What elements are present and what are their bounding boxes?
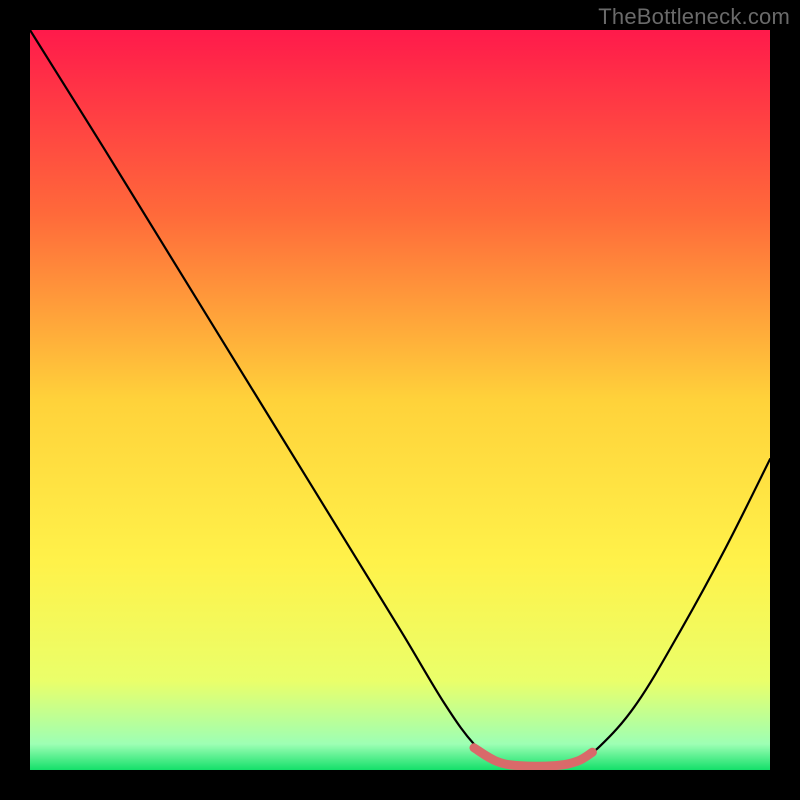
watermark-text: TheBottleneck.com xyxy=(598,4,790,30)
chart-plot-area xyxy=(30,30,770,770)
chart-background xyxy=(30,30,770,770)
chart-frame: TheBottleneck.com xyxy=(0,0,800,800)
chart-svg xyxy=(30,30,770,770)
